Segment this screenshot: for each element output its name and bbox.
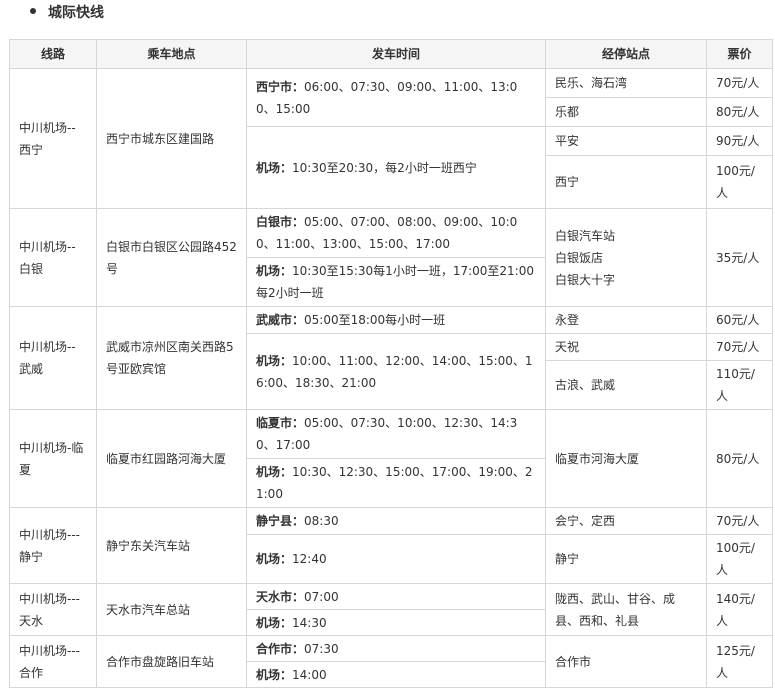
- departure-time: 白银市：05:00、07:00、08:00、09:00、10:00、11:00、…: [246, 208, 546, 258]
- departure-time: 西宁市：06:00、07:30、09:00、11:00、13:00、15:00: [246, 68, 546, 127]
- header-price: 票价: [706, 39, 773, 69]
- price: 80元/人: [706, 409, 773, 508]
- time-label: 机场：: [256, 353, 293, 368]
- departure-time: 天水市：07:00: [246, 583, 546, 610]
- time-label: 合作市：: [256, 641, 305, 656]
- route-name: 中川机场--武威: [9, 306, 97, 410]
- stop-name: 永登: [545, 306, 707, 334]
- departure-time: 静宁县：08:30: [246, 507, 546, 535]
- price: 100元/人: [706, 155, 773, 209]
- table-row: 中川机场---合作 合作市盘旋路旧车站 合作市：07:30 合作市 125元/人: [9, 635, 773, 688]
- time-text: 10:00、11:00、12:00、14:00、15:00、16:00、18:3…: [256, 353, 533, 390]
- route-name: 中川机场---静宁: [9, 507, 97, 584]
- route-name: 中川机场---天水: [9, 583, 97, 636]
- time-text: 10:30至15:30每1小时一班，17:00至21:00每2小时一班: [256, 264, 534, 300]
- stop-name: 陇西、武山、甘谷、成县、西和、礼县: [545, 583, 707, 636]
- price: 90元/人: [706, 126, 773, 156]
- pickup-location: 静宁东关汽车站: [96, 507, 247, 584]
- stop-name: 合作市: [545, 635, 707, 688]
- time-label: 临夏市：: [256, 416, 305, 430]
- section-title: 城际快线: [48, 5, 104, 21]
- pickup-location: 武威市凉州区南关西路5号亚欧宾馆: [96, 306, 247, 410]
- stop-name: 白银大十字: [555, 272, 616, 287]
- price: 70元/人: [706, 507, 773, 535]
- stop-name: 白银饭店: [555, 250, 604, 265]
- route-name: 中川机场---合作: [9, 635, 97, 688]
- price: 110元/人: [706, 360, 773, 410]
- departure-time: 临夏市：05:00、07:30、10:00、12:30、14:30、17:00: [246, 409, 546, 459]
- intercity-express-table: 线路 乘车地点 发车时间 经停站点 票价 中川机场--西宁 西宁市城东区建国路 …: [9, 39, 773, 688]
- pickup-location: 合作市盘旋路旧车站: [96, 635, 247, 688]
- pickup-location: 白银市白银区公园路452号: [96, 208, 247, 307]
- time-label: 西宁市：: [256, 79, 305, 94]
- time-label: 白银市：: [256, 215, 305, 229]
- header-route: 线路: [9, 39, 97, 69]
- time-text: 08:30: [304, 514, 339, 528]
- price: 60元/人: [706, 306, 773, 334]
- bullet-icon: [30, 8, 36, 14]
- time-label: 机场：: [256, 465, 293, 479]
- stop-name: 临夏市河海大厦: [545, 409, 707, 508]
- departure-time: 机场：14:00: [246, 661, 546, 688]
- pickup-location: 西宁市城东区建国路: [96, 68, 247, 209]
- time-label: 机场：: [256, 160, 293, 175]
- departure-time: 机场：10:00、11:00、12:00、14:00、15:00、16:00、1…: [246, 333, 546, 410]
- time-label: 武威市：: [256, 313, 305, 327]
- stop-name: 静宁: [545, 534, 707, 584]
- time-label: 天水市：: [256, 589, 305, 604]
- table-row: 中川机场-临夏 临夏市红园路河海大厦 临夏市：05:00、07:30、10:00…: [9, 409, 773, 508]
- table-row: 中川机场---天水 天水市汽车总站 天水市：07:00 陇西、武山、甘谷、成县、…: [9, 583, 773, 636]
- stop-name: 平安: [545, 126, 707, 156]
- stop-name: 民乐、海石湾: [545, 68, 707, 98]
- price: 70元/人: [706, 68, 773, 98]
- header-pickup: 乘车地点: [96, 39, 247, 69]
- table-header-row: 线路 乘车地点 发车时间 经停站点 票价: [9, 39, 773, 69]
- departure-time: 合作市：07:30: [246, 635, 546, 662]
- departure-time: 武威市：05:00至18:00每小时一班: [246, 306, 546, 334]
- time-text: 07:30: [304, 641, 339, 656]
- header-stops: 经停站点: [545, 39, 707, 69]
- price: 35元/人: [706, 208, 773, 307]
- route-name: 中川机场--西宁: [9, 68, 97, 209]
- stop-name: 西宁: [545, 155, 707, 209]
- departure-time: 机场：10:30、12:30、15:00、17:00、19:00、21:00: [246, 458, 546, 508]
- price: 80元/人: [706, 97, 773, 127]
- time-label: 机场：: [256, 552, 293, 566]
- time-label: 机场：: [256, 667, 293, 682]
- stop-name: 天祝: [545, 333, 707, 361]
- stop-name: 白银汽车站: [555, 228, 616, 243]
- time-text: 10:30、12:30、15:00、17:00、19:00、21:00: [256, 465, 533, 501]
- time-text: 07:00: [304, 589, 339, 604]
- time-text: 10:30至20:30，每2小时一班西宁: [292, 160, 477, 175]
- departure-time: 机场：12:40: [246, 534, 546, 584]
- time-label: 静宁县：: [256, 514, 305, 528]
- time-label: 机场：: [256, 615, 293, 630]
- price: 140元/人: [706, 583, 773, 636]
- stop-name: 古浪、武威: [545, 360, 707, 410]
- price: 100元/人: [706, 534, 773, 584]
- section-heading: 城际快线: [30, 2, 104, 24]
- time-text: 14:30: [292, 615, 327, 630]
- stop-list: 白银汽车站 白银饭店 白银大十字: [545, 208, 707, 307]
- header-departure-time: 发车时间: [246, 39, 546, 69]
- time-label: 机场：: [256, 264, 293, 278]
- price: 125元/人: [706, 635, 773, 688]
- pickup-location: 天水市汽车总站: [96, 583, 247, 636]
- stop-name: 乐都: [545, 97, 707, 127]
- stop-name: 会宁、定西: [545, 507, 707, 535]
- table-row: 中川机场--西宁 西宁市城东区建国路 西宁市：06:00、07:30、09:00…: [9, 68, 773, 209]
- departure-time: 机场：10:30至15:30每1小时一班，17:00至21:00每2小时一班: [246, 257, 546, 307]
- route-name: 中川机场--白银: [9, 208, 97, 307]
- time-text: 05:00至18:00每小时一班: [304, 313, 446, 327]
- route-name: 中川机场-临夏: [9, 409, 97, 508]
- departure-time: 机场：14:30: [246, 609, 546, 636]
- pickup-location: 临夏市红园路河海大厦: [96, 409, 247, 508]
- time-text: 14:00: [292, 667, 327, 682]
- price: 70元/人: [706, 333, 773, 361]
- table-row: 中川机场--武威 武威市凉州区南关西路5号亚欧宾馆 武威市：05:00至18:0…: [9, 306, 773, 410]
- time-text: 12:40: [292, 552, 327, 566]
- table-row: 中川机场--白银 白银市白银区公园路452号 白银市：05:00、07:00、0…: [9, 208, 773, 307]
- table-row: 中川机场---静宁 静宁东关汽车站 静宁县：08:30 会宁、定西 70元/人: [9, 507, 773, 584]
- departure-time: 机场：10:30至20:30，每2小时一班西宁: [246, 126, 546, 209]
